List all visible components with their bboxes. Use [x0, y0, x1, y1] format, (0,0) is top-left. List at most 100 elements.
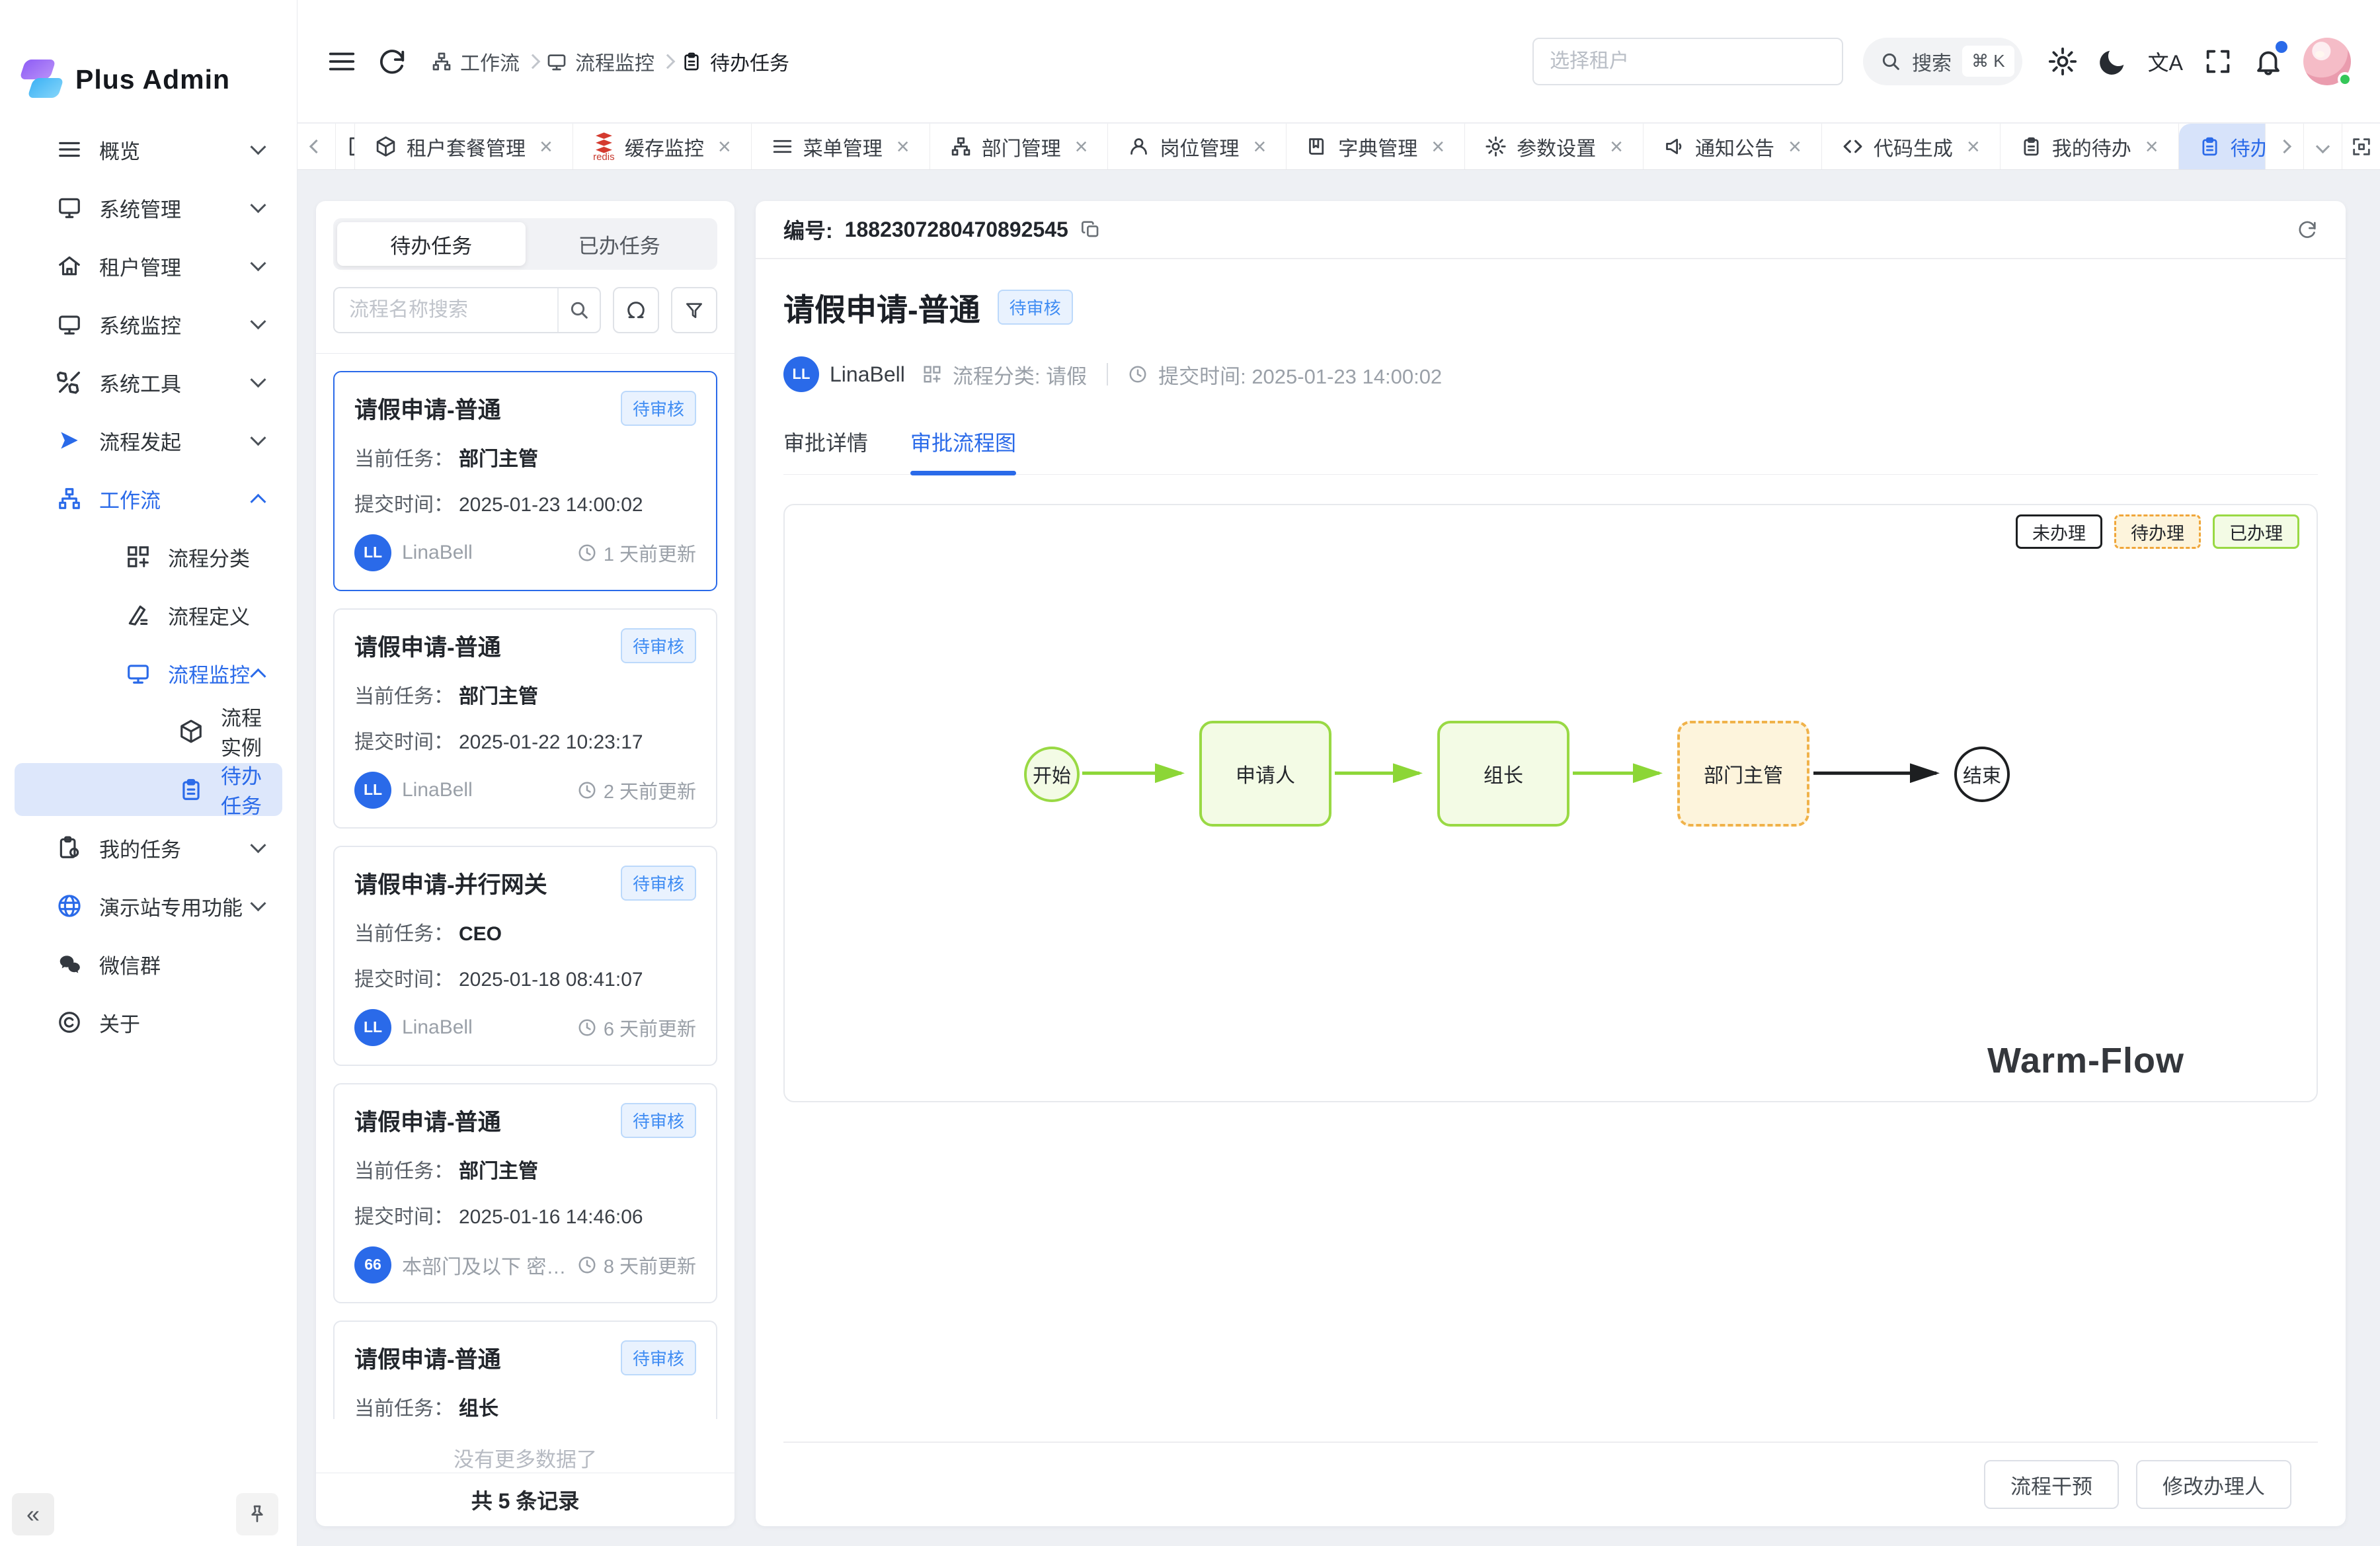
- page-tab[interactable]: redis 待办任务 ×: [2179, 124, 2265, 169]
- collapse-menu-icon[interactable]: [327, 46, 357, 77]
- sidebar-item-label: 演示站专用功能: [99, 891, 243, 921]
- user-avatar[interactable]: [2303, 38, 2351, 85]
- flow-nodes: 开始 申请人 组长 部门主管 结束: [785, 505, 2317, 1101]
- detail-action-button[interactable]: 流程干预: [1984, 1460, 2119, 1509]
- detail-tabs: 审批详情 审批流程图: [783, 427, 2318, 475]
- breadcrumb-item[interactable]: 待办任务: [681, 47, 789, 76]
- tab-close-icon[interactable]: ×: [1967, 136, 1980, 158]
- detail-tab[interactable]: 审批流程图: [910, 427, 1016, 474]
- tab-close-icon[interactable]: ×: [896, 136, 910, 158]
- fullscreen-icon[interactable]: [2203, 46, 2233, 77]
- page-tab[interactable]: redis 岗位管理 ×: [1108, 124, 1287, 169]
- page-tab[interactable]: redis 我的待办 ×: [2001, 124, 2179, 169]
- page-tab[interactable]: redis 菜单管理 ×: [752, 124, 930, 169]
- copy-serial-icon[interactable]: [1080, 219, 1101, 240]
- tab-close-icon[interactable]: ×: [2145, 136, 2159, 158]
- top-header: 工作流 流程监控 待办任务 搜索 ⌘ K 文A: [298, 0, 2380, 123]
- flow-category: 流程分类: 请假: [953, 360, 1087, 389]
- dark-mode-moon-icon[interactable]: [2098, 46, 2128, 77]
- submit-time: 提交时间: 2025-01-23 14:00:02: [1158, 360, 1442, 389]
- breadcrumb-item[interactable]: 工作流: [431, 47, 520, 76]
- tabs-scroll-right-icon[interactable]: [2265, 124, 2303, 169]
- task-segment-button[interactable]: 已办任务: [526, 222, 714, 266]
- avatar: LL: [354, 1009, 391, 1046]
- task-list-panel: 待办任务 已办任务 请假申请-普通 待审核 当前任务： 部门主管 提交时间： 2…: [316, 201, 734, 1526]
- sidebar-pin-button[interactable]: [236, 1493, 278, 1535]
- status-badge: 待审核: [621, 628, 696, 663]
- task-card[interactable]: 请假申请-普通 待审核 当前任务： 部门主管 提交时间： 2025-01-23 …: [333, 371, 717, 591]
- task-card[interactable]: 请假申请-普通 待审核 当前任务： 部门主管 提交时间： 2025-01-22 …: [333, 608, 717, 829]
- sidebar-item[interactable]: 租户管理: [15, 239, 282, 292]
- task-card-title: 请假申请-并行网关: [354, 866, 547, 900]
- detail-tab[interactable]: 审批详情: [783, 427, 868, 474]
- search-shortcut: ⌘ K: [1962, 46, 2014, 77]
- tab-close-icon[interactable]: ×: [539, 136, 553, 158]
- sidebar: Plus Admin 概览 系统管理 租户管理 系统监控 系统工具 流程发起 工…: [0, 0, 298, 1546]
- sidebar-item[interactable]: 流程实例: [15, 705, 282, 758]
- record-count: 共 5 条记录: [316, 1473, 734, 1526]
- page-tab[interactable]: redis 缓存监控 ×: [573, 124, 752, 169]
- task-card[interactable]: 请假申请-普通 待审核 当前任务： 组长 提交时间： 2025-01-16 14…: [333, 1321, 717, 1419]
- notifications-bell-icon[interactable]: [2253, 46, 2283, 77]
- task-filter-button[interactable]: [671, 287, 717, 333]
- sidebar-item[interactable]: 概览: [15, 123, 282, 176]
- tab-label: 参数设置: [1517, 132, 1596, 161]
- sidebar-item[interactable]: 我的任务: [15, 821, 282, 874]
- app-title: Plus Admin: [75, 64, 230, 95]
- tab-close-icon[interactable]: ×: [1788, 136, 1802, 158]
- sidebar-item[interactable]: 流程发起: [15, 414, 282, 467]
- page-tab[interactable]: redis ×: [336, 124, 355, 169]
- sidebar-item-icon: [126, 661, 151, 686]
- sidebar-item[interactable]: 流程定义: [15, 589, 282, 641]
- global-search-button[interactable]: 搜索 ⌘ K: [1863, 38, 2022, 85]
- page-tab[interactable]: redis 租户套餐管理 ×: [355, 124, 573, 169]
- sidebar-item[interactable]: 流程监控: [15, 647, 282, 700]
- sidebar-collapse-button[interactable]: «: [12, 1493, 54, 1535]
- task-card[interactable]: 请假申请-并行网关 待审核 当前任务： CEO 提交时间： 2025-01-18…: [333, 846, 717, 1066]
- detail-action-button[interactable]: 修改办理人: [2136, 1460, 2291, 1509]
- breadcrumb-item[interactable]: 流程监控: [546, 47, 654, 76]
- sidebar-item[interactable]: 系统监控: [15, 298, 282, 350]
- sidebar-item[interactable]: 流程分类: [15, 530, 282, 583]
- sidebar-item[interactable]: 待办任务: [15, 763, 282, 816]
- detail-title: 请假申请-普通: [783, 284, 980, 330]
- tabs-dropdown-icon[interactable]: [2303, 124, 2342, 169]
- page-tab[interactable]: redis 参数设置 ×: [1465, 124, 1644, 169]
- task-reset-button[interactable]: [613, 287, 659, 333]
- sidebar-item[interactable]: 演示站专用功能: [15, 879, 282, 932]
- flow-node[interactable]: 开始: [1024, 747, 1080, 802]
- sidebar-item[interactable]: 系统工具: [15, 356, 282, 409]
- flow-node[interactable]: 申请人: [1199, 721, 1331, 827]
- tab-close-icon[interactable]: ×: [1253, 136, 1266, 158]
- sidebar-item[interactable]: 工作流: [15, 472, 282, 525]
- tab-close-icon[interactable]: ×: [1075, 136, 1088, 158]
- task-segment-button[interactable]: 待办任务: [337, 222, 526, 266]
- tab-close-icon[interactable]: ×: [718, 136, 731, 158]
- page-tab[interactable]: redis 通知公告 ×: [1644, 124, 1822, 169]
- clock-icon: [577, 1255, 597, 1275]
- task-card[interactable]: 请假申请-普通 待审核 当前任务： 部门主管 提交时间： 2025-01-16 …: [333, 1083, 717, 1303]
- sidebar-item[interactable]: 系统管理: [15, 181, 282, 234]
- page-tab[interactable]: redis 字典管理 ×: [1287, 124, 1465, 169]
- flow-node[interactable]: 部门主管: [1677, 721, 1809, 827]
- task-search-input[interactable]: [335, 288, 557, 332]
- task-card-title: 请假申请-普通: [354, 629, 501, 663]
- detail-refresh-icon[interactable]: [2297, 219, 2318, 240]
- sidebar-item-label: 流程实例: [221, 702, 264, 761]
- tabs-scroll-left-icon[interactable]: [298, 124, 336, 169]
- sidebar-item[interactable]: 关于: [15, 996, 282, 1049]
- settings-gear-icon[interactable]: [2047, 46, 2078, 77]
- language-icon[interactable]: 文A: [2148, 46, 2183, 77]
- page-tab[interactable]: redis 代码生成 ×: [1822, 124, 2001, 169]
- task-search-button[interactable]: [557, 288, 600, 332]
- task-card-title: 请假申请-普通: [354, 1341, 501, 1375]
- tab-close-icon[interactable]: ×: [1431, 136, 1445, 158]
- tenant-select-input[interactable]: [1532, 38, 1843, 85]
- page-tab[interactable]: redis 部门管理 ×: [930, 124, 1109, 169]
- refresh-page-icon[interactable]: [377, 46, 407, 77]
- flow-node[interactable]: 组长: [1437, 721, 1569, 827]
- flow-node[interactable]: 结束: [1954, 747, 2010, 802]
- sidebar-item[interactable]: 微信群: [15, 938, 282, 991]
- tab-close-icon[interactable]: ×: [1610, 136, 1623, 158]
- content-fullscreen-icon[interactable]: [2342, 124, 2380, 169]
